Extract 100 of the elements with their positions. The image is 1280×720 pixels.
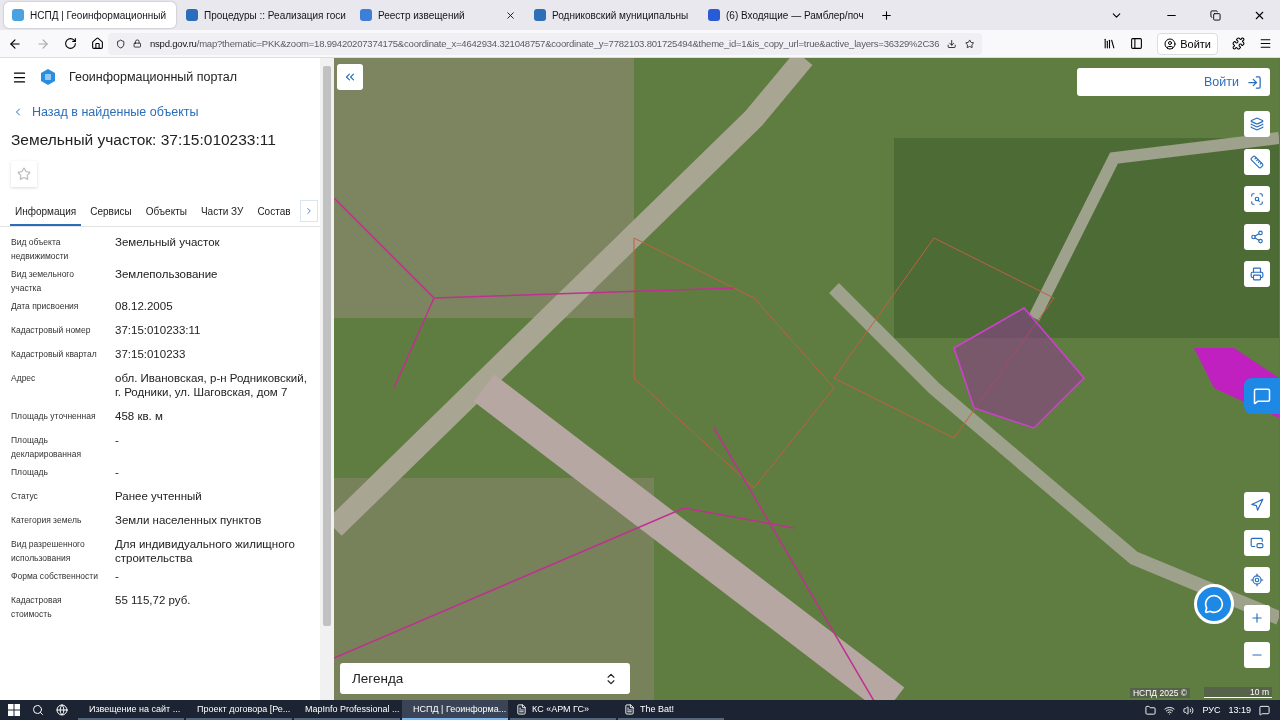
side-widget-button[interactable] <box>1244 378 1280 414</box>
parcel-title: Земельный участок: 37:15:010233:11 <box>11 131 277 149</box>
ruler-icon <box>1250 155 1264 169</box>
library-icon[interactable] <box>1103 37 1117 50</box>
search-icon[interactable] <box>32 704 44 716</box>
ruler-button[interactable] <box>1244 149 1270 175</box>
property-label: Кадастровый квартал <box>11 348 98 361</box>
volume-icon[interactable] <box>1183 704 1195 716</box>
plus-icon <box>1250 611 1264 625</box>
minimap-button[interactable] <box>1244 530 1270 556</box>
favicon-icon <box>360 9 372 21</box>
taskbar-item[interactable]: КС «АРМ ГС» <box>510 700 616 720</box>
restore-icon[interactable] <box>1210 9 1221 21</box>
taskbar-item[interactable]: Извещение на сайт ... <box>78 700 184 720</box>
collapse-panel-button[interactable] <box>337 64 363 90</box>
home-icon[interactable] <box>91 37 104 50</box>
layers-icon <box>1250 117 1264 131</box>
property-value: обл. Ивановская, р-н Родниковский, г. Родники, ул. Шаговская, дом 7 <box>115 371 308 399</box>
locate-button[interactable] <box>1244 492 1270 518</box>
property-value: 55 115,72 руб. <box>115 593 192 608</box>
property-label: Вид земельного участка <box>11 268 75 295</box>
download-icon[interactable] <box>947 37 957 50</box>
taskbar-item[interactable]: The Bat! <box>618 700 724 720</box>
notifications-icon[interactable] <box>1259 704 1270 716</box>
print-icon <box>1250 267 1264 281</box>
app-icon <box>516 703 527 715</box>
menu-icon[interactable] <box>1259 37 1272 50</box>
taskbar-item[interactable]: НСПД | Геоинформа... <box>402 700 508 720</box>
crosshair-icon <box>1250 573 1264 587</box>
property-label: Площадь декларированная <box>11 434 82 461</box>
property-label: Категория земель <box>11 514 83 527</box>
legend-dropdown[interactable]: Легенда <box>340 663 630 694</box>
reload-icon[interactable] <box>64 37 77 50</box>
favicon-icon <box>186 9 198 21</box>
picture-in-picture-icon <box>1250 536 1264 550</box>
sidebar-icon[interactable] <box>1130 37 1144 50</box>
scrollbar[interactable] <box>320 58 334 700</box>
scan-search-icon <box>1250 192 1264 206</box>
browser-tab[interactable]: Реестр извещений <box>352 2 524 28</box>
info-tab[interactable]: Сервисы <box>85 199 137 226</box>
property-label: Дата присвоения <box>11 300 80 313</box>
favicon-icon <box>708 9 720 21</box>
property-value: Земли населенных пунктов <box>115 513 263 527</box>
map-scale-bar: 10 m <box>1204 687 1272 698</box>
property-value: 458 кв. м <box>115 409 164 423</box>
taskbar-item[interactable]: Проект договора [Ре... <box>186 700 292 720</box>
sign-in-button[interactable]: Войти <box>1157 32 1218 55</box>
network-icon[interactable] <box>1164 704 1176 716</box>
property-value: Землепользование <box>115 267 219 282</box>
browser-tab[interactable]: (6) Входящие — Рамблер/поч <box>700 2 872 28</box>
property-label: Вид разрешенного использования <box>11 538 86 565</box>
close-icon[interactable] <box>505 9 516 21</box>
info-tab[interactable]: Части ЗУ <box>195 199 249 226</box>
property-value: 37:15:010233:11 <box>115 323 202 337</box>
star-icon <box>17 167 31 181</box>
info-tab[interactable]: Объекты <box>140 199 192 226</box>
windows-start-icon[interactable] <box>8 704 20 716</box>
portal-title: Геоинформационный портал <box>69 70 238 84</box>
clock[interactable]: 13:19 <box>1228 705 1251 715</box>
info-tab[interactable]: Состав <box>252 199 296 226</box>
user-icon <box>1164 37 1177 50</box>
menu-icon[interactable] <box>12 69 27 85</box>
property-value: Ранее учтенный <box>115 489 203 503</box>
taskbar-item[interactable]: MapInfo Professional ... <box>294 700 400 720</box>
property-label: Кадастровый номер <box>11 324 92 337</box>
double-chevron-left-icon <box>343 70 357 84</box>
chevron-right-icon <box>304 206 314 216</box>
globe-icon[interactable] <box>56 704 68 716</box>
new-tab-icon[interactable] <box>880 8 893 22</box>
login-icon <box>1247 74 1262 90</box>
share-button[interactable] <box>1244 224 1270 250</box>
folder-icon[interactable] <box>1145 704 1157 716</box>
app-icon <box>624 703 635 715</box>
area-search-button[interactable] <box>1244 186 1270 212</box>
print-button[interactable] <box>1244 261 1270 287</box>
portal-logo-icon <box>41 69 55 85</box>
property-value: Земельный участок <box>115 235 221 250</box>
geolocation-button[interactable] <box>1244 567 1270 593</box>
property-label: Адрес <box>11 372 37 385</box>
login-button[interactable]: Войти <box>1077 68 1270 96</box>
bookmark-star-icon[interactable] <box>964 37 974 50</box>
property-label: Вид объекта недвижимости <box>11 236 70 263</box>
favicon-icon <box>12 9 24 21</box>
language-indicator[interactable]: РУС <box>1202 705 1221 715</box>
back-icon[interactable] <box>8 36 22 51</box>
property-label: Статус <box>11 490 39 503</box>
browser-tab[interactable]: НСПД | Геоинформационный <box>4 2 176 28</box>
back-link[interactable]: Назад в найденные объекты <box>0 105 320 119</box>
favicon-icon <box>534 9 546 21</box>
extensions-icon[interactable] <box>1232 37 1245 50</box>
property-value: Для индивидуального жилищного строительства <box>115 537 296 565</box>
chat-bubble-icon <box>1204 594 1224 614</box>
info-tab[interactable]: Информация <box>10 199 82 226</box>
property-value: 37:15:010233 <box>115 347 187 361</box>
layers-button[interactable] <box>1244 111 1270 137</box>
lock-icon <box>133 38 142 49</box>
property-label: Площадь <box>11 466 49 479</box>
map-attribution: НСПД 2025 © <box>1129 688 1190 698</box>
property-label: Площадь уточненная <box>11 410 97 423</box>
address-bar[interactable]: nspd.gov.ru/map?thematic=PKK&zoom=18.99420207374175&coordinate_x=4642934.321048757&coordinate_y=7782103.801725494&theme_id=1&is_copy_url=true&active_layers=36329%2C36 <box>108 32 982 55</box>
